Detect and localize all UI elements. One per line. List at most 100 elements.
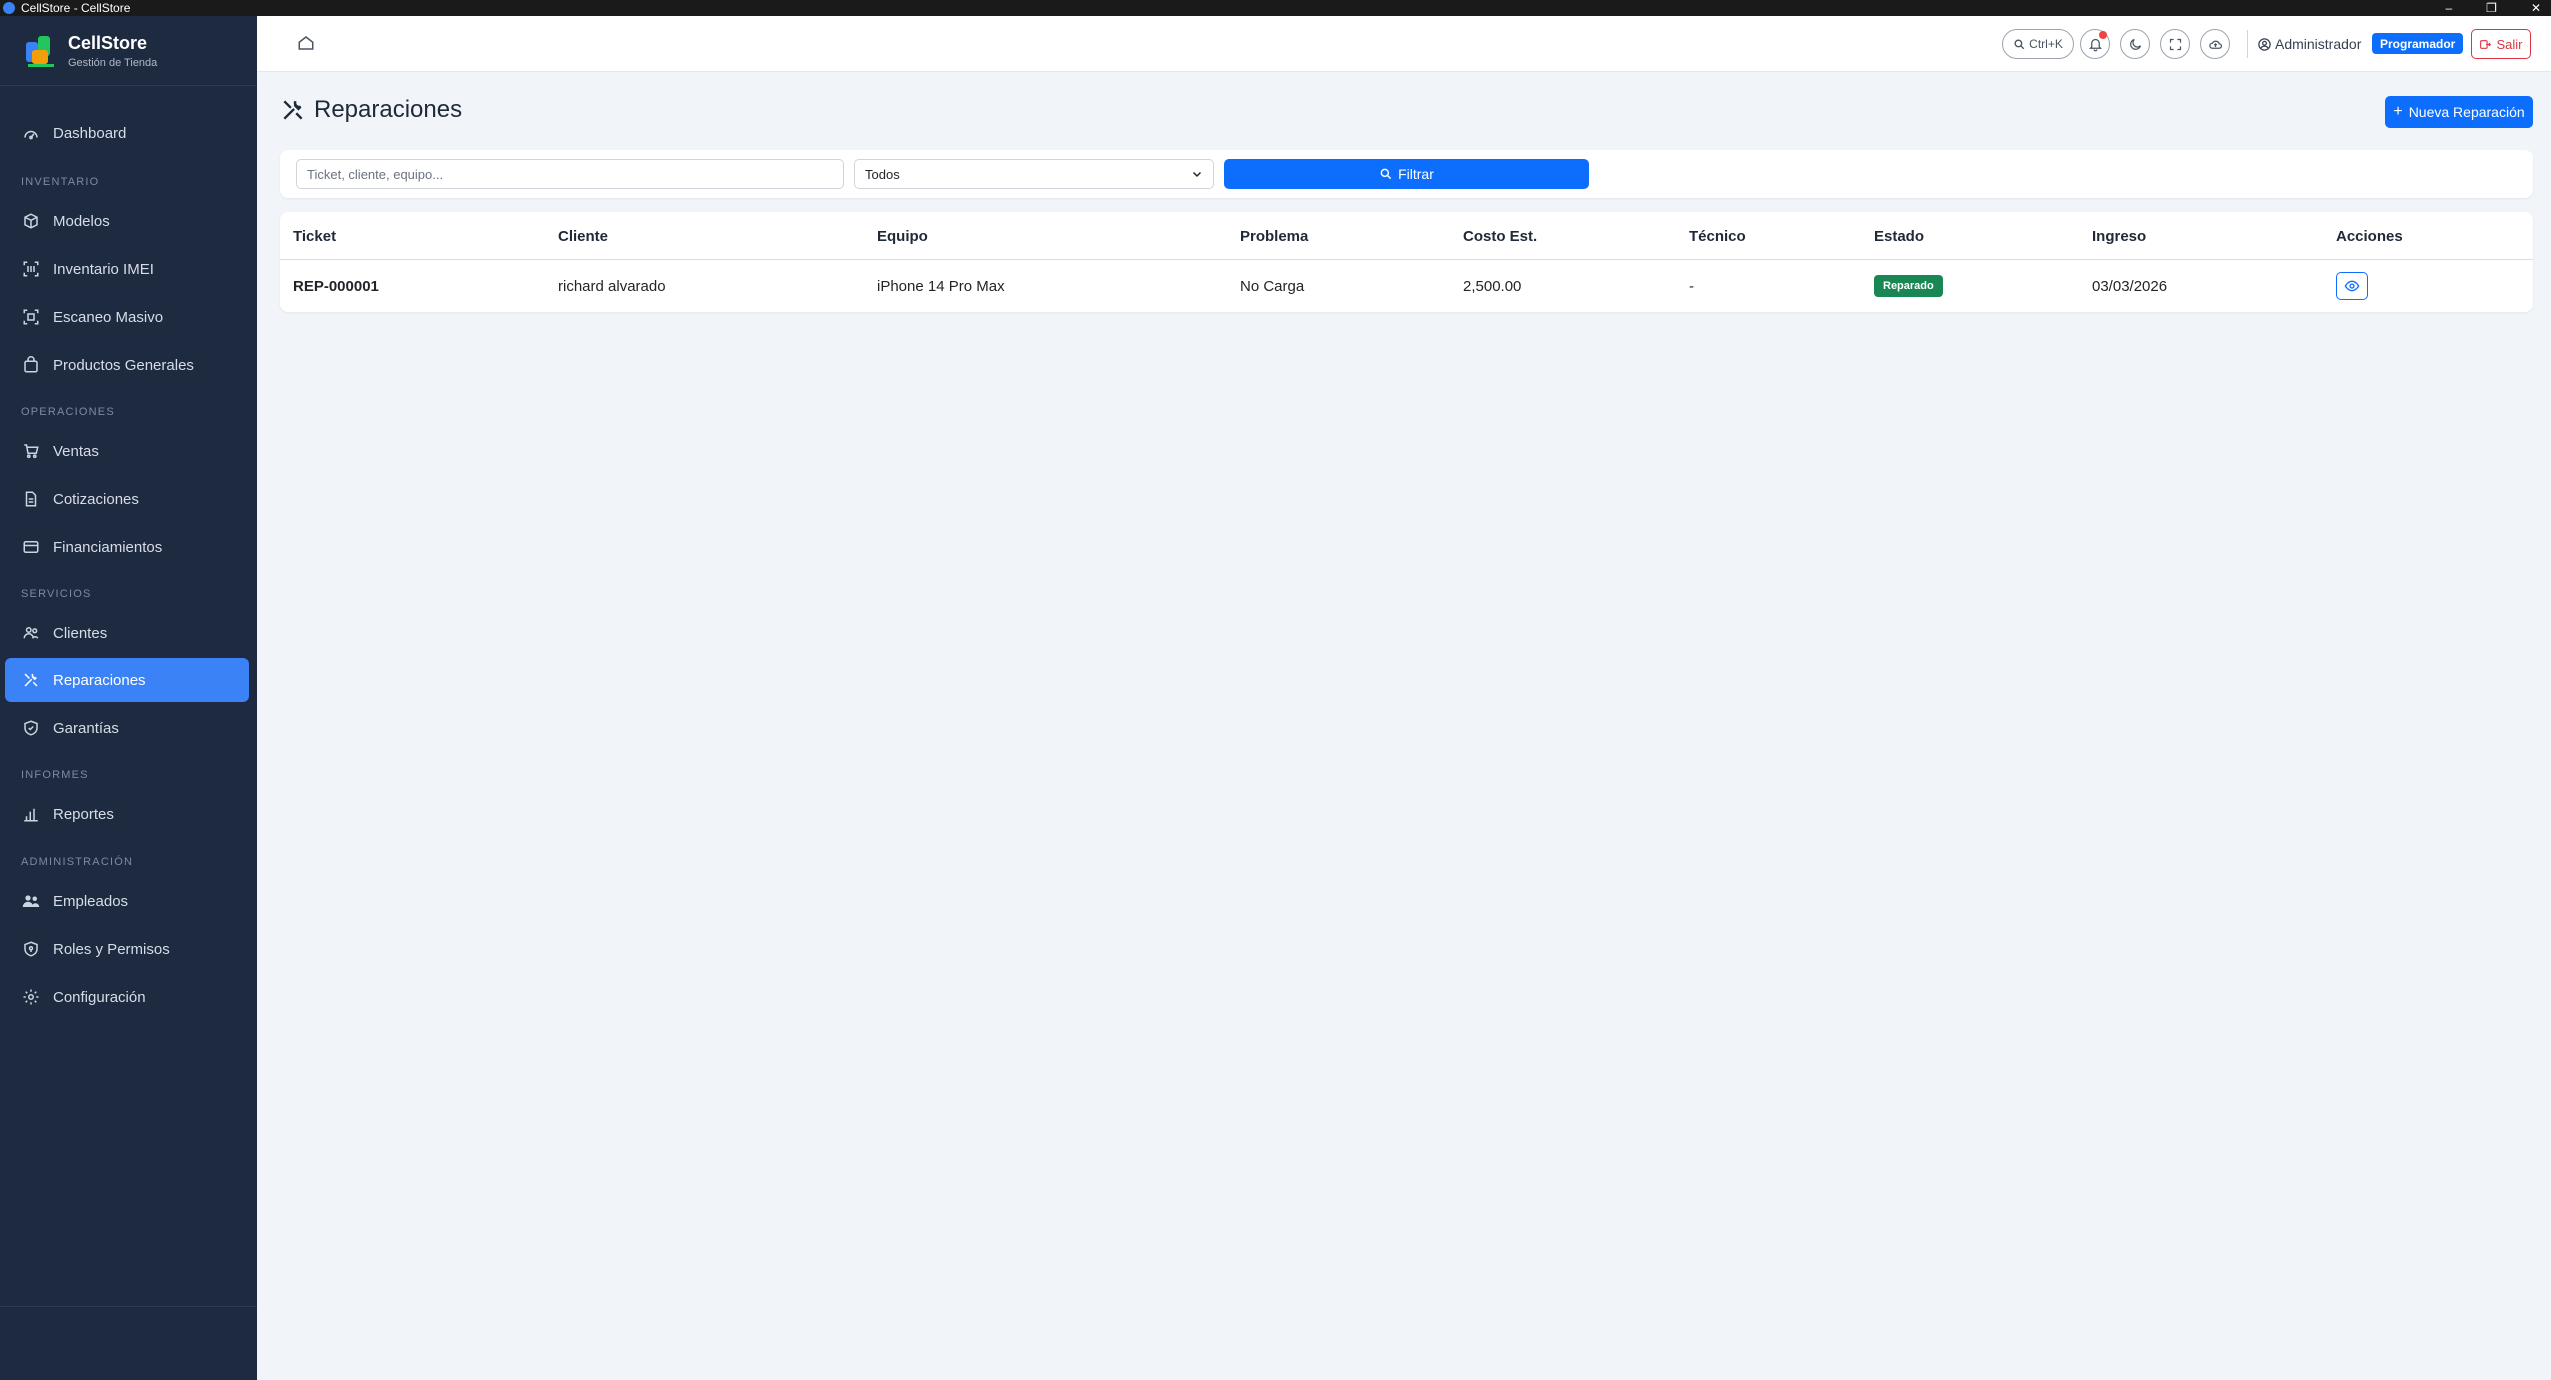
app-icon	[3, 2, 15, 14]
col-equipo[interactable]: Equipo	[877, 228, 928, 245]
cloud-icon	[2208, 40, 2222, 49]
shortcut-label: Ctrl+K	[2029, 37, 2063, 51]
sidebar-item-inventario-imei[interactable]: Inventario IMEI	[5, 247, 249, 291]
notification-dot	[2099, 31, 2107, 39]
window-titlebar: CellStore - CellStore – ❐ ✕	[0, 0, 2551, 16]
sidebar-item-label: Empleados	[53, 892, 129, 910]
cell-equipo: iPhone 14 Pro Max	[877, 278, 1005, 295]
minimize-icon[interactable]: –	[2445, 1, 2452, 15]
search-input[interactable]	[296, 159, 844, 189]
document-icon	[21, 489, 41, 509]
repairs-table: Ticket Cliente Equipo Problema Costo Est…	[280, 212, 2533, 312]
cloud-sync-button[interactable]	[2200, 29, 2230, 59]
tools-icon	[283, 100, 303, 120]
dashboard-gauge-icon	[21, 123, 41, 143]
sidebar-item-garantias[interactable]: Garantías	[5, 706, 249, 750]
status-select-value: Todos	[865, 166, 900, 182]
sidebar-item-label: Productos Generales	[53, 356, 194, 374]
sidebar-item-financiamientos[interactable]: Financiamientos	[5, 525, 249, 569]
shield-lock-icon	[21, 939, 41, 959]
logout-button[interactable]: Salir	[2471, 29, 2531, 59]
logout-label: Salir	[2496, 36, 2523, 52]
sidebar-item-label: Reparaciones	[53, 671, 146, 689]
users-icon	[21, 623, 41, 643]
page-title-text: Reparaciones	[314, 96, 463, 123]
table-header: Ticket Cliente Equipo Problema Costo Est…	[280, 212, 2533, 260]
sidebar-item-modelos[interactable]: Modelos	[5, 199, 249, 243]
new-repair-button[interactable]: + Nueva Reparación	[2385, 96, 2533, 128]
cell-ingreso: 03/03/2026	[2092, 278, 2168, 295]
brand-name: CellStore	[68, 32, 148, 53]
cell-tecnico: -	[1689, 278, 1694, 295]
box-icon	[21, 211, 41, 231]
moon-icon	[2129, 38, 2141, 50]
status-badge: Reparado	[1874, 275, 1943, 297]
restore-icon[interactable]: ❐	[2486, 1, 2497, 15]
page-title: Reparaciones	[280, 96, 462, 124]
sidebar-item-escaneo-masivo[interactable]: Escaneo Masivo	[5, 295, 249, 339]
search-icon	[2014, 38, 2025, 49]
sidebar-item-label: Cotizaciones	[53, 490, 139, 508]
command-search-button[interactable]: Ctrl+K	[2002, 29, 2074, 59]
notifications-button[interactable]	[2080, 29, 2110, 59]
cell-ticket: REP-000001	[293, 278, 379, 295]
sidebar-item-empleados[interactable]: Empleados	[5, 879, 249, 923]
brand[interactable]: CellStore Gestión de Tienda	[0, 16, 257, 86]
sidebar-item-label: Inventario IMEI	[53, 260, 154, 278]
sidebar-item-productos-generales[interactable]: Productos Generales	[5, 343, 249, 387]
tools-icon	[21, 670, 41, 690]
col-problema[interactable]: Problema	[1240, 228, 1308, 245]
theme-toggle-button[interactable]	[2120, 29, 2150, 59]
sidebar-item-ventas[interactable]: Ventas	[5, 429, 249, 473]
bell-icon	[2088, 38, 2102, 51]
sidebar-item-reparaciones[interactable]: Reparaciones	[5, 658, 249, 702]
sidebar-item-label: Escaneo Masivo	[53, 308, 164, 326]
table-row[interactable]: REP-000001 richard alvarado iPhone 14 Pr…	[280, 260, 2533, 312]
logout-icon	[2480, 39, 2492, 49]
col-ticket[interactable]: Ticket	[293, 228, 336, 245]
barcode-scan-icon	[21, 259, 41, 279]
col-ingreso[interactable]: Ingreso	[2092, 228, 2146, 245]
gear-icon	[21, 987, 41, 1007]
sidebar-item-label: Financiamientos	[53, 538, 163, 556]
sidebar-item-reportes[interactable]: Reportes	[5, 792, 249, 836]
sidebar-item-configuracion[interactable]: Configuración	[5, 975, 249, 1019]
filter-button[interactable]: Filtrar	[1224, 159, 1589, 189]
close-icon[interactable]: ✕	[2531, 1, 2541, 15]
sidebar-item-roles-permisos[interactable]: Roles y Permisos	[5, 927, 249, 971]
plus-icon: +	[2393, 103, 2403, 120]
section-administracion: ADMINISTRACIÓN	[21, 856, 134, 868]
home-icon[interactable]	[295, 32, 317, 54]
cell-costo: 2,500.00	[1463, 278, 1522, 295]
col-tecnico[interactable]: Técnico	[1689, 228, 1746, 245]
sidebar-item-clientes[interactable]: Clientes	[5, 611, 249, 655]
topbar: Ctrl+K Administrador Programador Salir	[257, 16, 2551, 72]
view-repair-button[interactable]	[2336, 272, 2368, 300]
user-name: Administrador	[2275, 36, 2362, 52]
col-estado[interactable]: Estado	[1874, 228, 1924, 245]
user-circle-icon	[2258, 37, 2271, 51]
window-title: CellStore - CellStore	[21, 1, 131, 15]
col-cliente[interactable]: Cliente	[558, 228, 608, 245]
section-operaciones: OPERACIONES	[21, 406, 115, 418]
col-costo[interactable]: Costo Est.	[1463, 228, 1537, 245]
section-inventario: INVENTARIO	[21, 176, 100, 188]
fullscreen-button[interactable]	[2160, 29, 2190, 59]
brand-subtitle: Gestión de Tienda	[68, 56, 158, 69]
sidebar-item-label: Modelos	[53, 212, 110, 230]
filter-bar: Todos Filtrar	[280, 150, 2533, 198]
sidebar-item-dashboard[interactable]: Dashboard	[5, 111, 249, 155]
status-select[interactable]: Todos	[854, 159, 1214, 189]
people-icon	[21, 891, 41, 911]
shopping-bag-icon	[21, 355, 41, 375]
sidebar-divider	[0, 1306, 257, 1307]
role-badge: Programador	[2372, 33, 2464, 54]
sidebar-item-label: Garantías	[53, 719, 119, 737]
sidebar-item-cotizaciones[interactable]: Cotizaciones	[5, 477, 249, 521]
section-informes: INFORMES	[21, 769, 89, 781]
sidebar-item-label: Roles y Permisos	[53, 940, 170, 958]
user-menu[interactable]: Administrador	[2257, 32, 2361, 56]
sidebar-item-label: Dashboard	[53, 124, 127, 142]
new-repair-label: Nueva Reparación	[2408, 104, 2525, 120]
topbar-divider	[2247, 30, 2248, 58]
